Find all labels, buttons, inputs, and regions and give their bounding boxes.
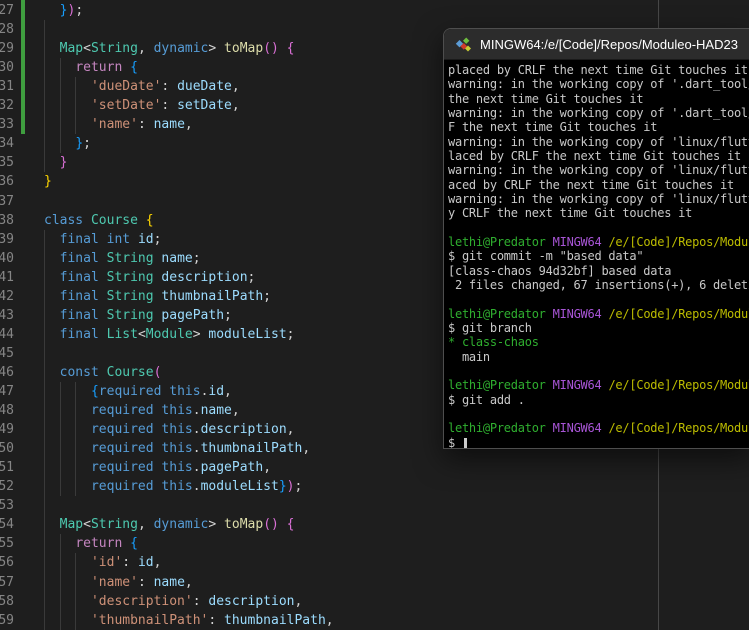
line-number: 47 (0, 384, 14, 399)
code-line[interactable]: 53 (0, 496, 658, 515)
terminal-line: y CRLF the next time Git touches it (448, 206, 693, 221)
terminal-line: main (448, 349, 490, 364)
line-number: 37 (0, 193, 14, 209)
vscode-window: 27 }); 28 29 Map<String, dynamic> toMap() … (0, 0, 749, 630)
line-number: 53 (0, 498, 14, 514)
terminal-line: $ (448, 436, 749, 448)
terminal-line: lethi@Predator MINGW64 /e/[Code]/Repos/M… (448, 306, 749, 321)
line-number: 52 (0, 479, 14, 495)
line-number: 46 (0, 364, 14, 380)
terminal-line: [class-chaos 94d32bf] based data (448, 263, 672, 278)
line-number: 50 (0, 441, 14, 457)
line-number: 54 (0, 517, 14, 533)
line-number: 44 (0, 326, 14, 342)
terminal-line: warning: in the working copy of '.dart_t… (448, 105, 749, 120)
msys-diamond-icon (455, 37, 471, 51)
code-line[interactable]: 56 'id': id, (0, 553, 658, 572)
line-number: 29 (0, 41, 14, 57)
terminal-line: aced by CRLF the next time Git touches i… (448, 177, 734, 192)
terminal-line: warning: in the working copy of '.dart_t… (448, 77, 749, 92)
terminal-line: laced by CRLF the next time Git touches … (448, 148, 741, 163)
code-line[interactable]: 54 Map<String, dynamic> toMap() { (0, 515, 658, 534)
line-number: 36 (0, 174, 14, 190)
line-number: 35 (0, 155, 14, 171)
line-number: 59 (0, 612, 14, 628)
terminal-line: lethi@Predator MINGW64 /e/[Code]/Repos/M… (448, 234, 749, 249)
line-number: 48 (0, 403, 14, 419)
line-number: 41 (0, 269, 14, 285)
terminal-line: 2 files changed, 67 insertions(+), 6 del… (448, 277, 749, 292)
line-number: 51 (0, 460, 14, 476)
line-number: 42 (0, 288, 14, 304)
line-number: 43 (0, 307, 14, 323)
line-number: 32 (0, 98, 14, 114)
line-number: 56 (0, 555, 14, 571)
terminal-line: $ git commit -m "based data" (448, 249, 644, 264)
line-number: 38 (0, 212, 14, 228)
terminal-line: warning: in the working copy of 'linux/f… (448, 134, 749, 149)
line-number: 57 (0, 574, 14, 590)
terminal-line: * class-chaos (448, 335, 539, 350)
line-number: 27 (0, 3, 14, 18)
code-line[interactable]: 52 required this.moduleList}); (0, 477, 658, 496)
code-line[interactable]: 58 'description': description, (0, 592, 658, 611)
line-number: 33 (0, 117, 14, 133)
terminal-title: MINGW64:/e/[Code]/Repos/Moduleo-HAD23 (480, 36, 738, 52)
terminal-line: $ git branch (448, 320, 532, 335)
line-number: 34 (0, 136, 14, 152)
line-number: 58 (0, 593, 14, 609)
code-line[interactable]: 51 required this.pagePath, (0, 458, 658, 477)
line-number: 30 (0, 60, 14, 76)
terminal-titlebar[interactable]: MINGW64:/e/[Code]/Repos/Moduleo-HAD23 (444, 29, 749, 60)
code-line[interactable]: 27 }); (0, 1, 658, 20)
terminal-line: lethi@Predator MINGW64 /e/[Code]/Repos/M… (448, 421, 749, 436)
line-number: 39 (0, 231, 14, 247)
terminal-line: warning: in the working copy of 'linux/f… (448, 163, 749, 178)
terminal-line: the next time Git touches it (448, 91, 644, 106)
line-number: 40 (0, 250, 14, 266)
line-number: 49 (0, 422, 14, 438)
terminal-line: F the next time Git touches it (448, 120, 658, 135)
code-line[interactable]: 55 return { (0, 534, 658, 553)
terminal-line: warning: in the working copy of 'linux/f… (448, 191, 749, 206)
terminal-cursor (463, 437, 467, 448)
line-number: 45 (0, 345, 14, 361)
code-line[interactable]: 59 'thumbnailPath': thumbnailPath, (0, 611, 658, 630)
code-line[interactable]: 57 'name': name, (0, 573, 658, 592)
line-number: 28 (0, 22, 14, 38)
line-number: 55 (0, 536, 14, 552)
terminal-line: $ git add . (448, 392, 525, 407)
terminal-output[interactable]: placed by CRLF the next time Git touches… (444, 61, 749, 448)
terminal-line: placed by CRLF the next time Git touches… (448, 63, 748, 77)
terminal-line: lethi@Predator MINGW64 /e/[Code]/Repos/M… (448, 378, 749, 393)
terminal-window: MINGW64:/e/[Code]/Repos/Moduleo-HAD23 pl… (443, 28, 749, 449)
line-number: 31 (0, 79, 14, 95)
